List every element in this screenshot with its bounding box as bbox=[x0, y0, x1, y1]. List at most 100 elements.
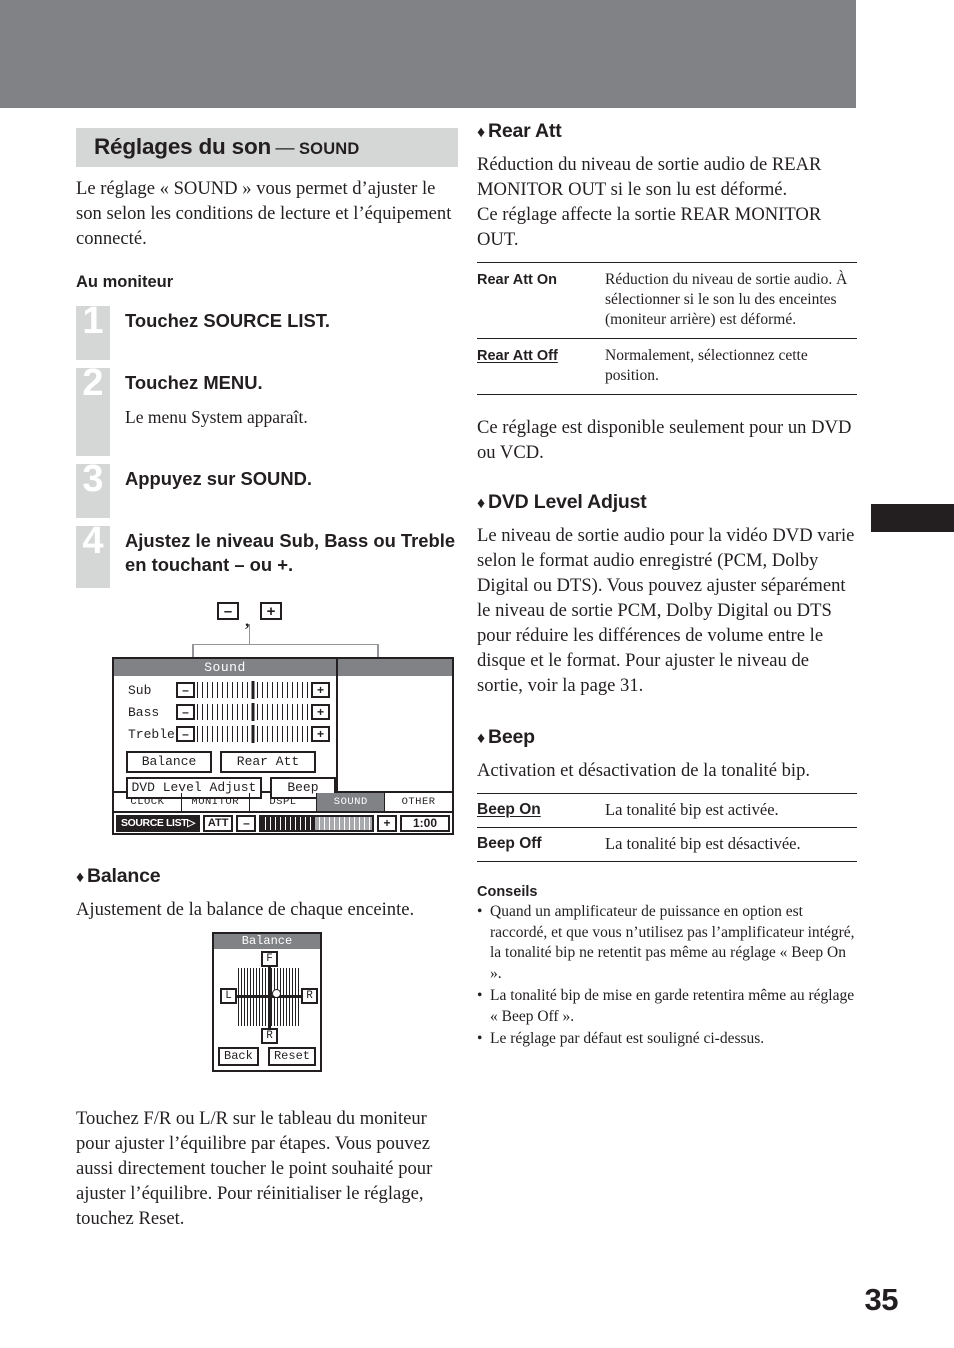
bass-minus-button[interactable]: – bbox=[176, 704, 195, 720]
list-item: Le réglage par défaut est souligné ci-de… bbox=[477, 1029, 857, 1050]
tab-clock[interactable]: CLOCK bbox=[114, 793, 182, 811]
balance-position-dot[interactable] bbox=[272, 989, 281, 998]
step-1-number-block: 1 bbox=[76, 302, 110, 360]
callout-plus-icon: + bbox=[260, 602, 282, 620]
step-2-note: Le menu System apparaît. bbox=[125, 407, 308, 427]
treble-plus-button[interactable]: + bbox=[311, 726, 330, 742]
table-row: Beep Off La tonalité bip est désactivée. bbox=[477, 827, 857, 862]
balance-screen-buttons: Back Reset bbox=[214, 1045, 320, 1070]
right-edge-chapter-tab bbox=[871, 504, 954, 532]
subheading-au-moniteur: Au moniteur bbox=[76, 273, 174, 291]
bass-plus-button[interactable]: + bbox=[311, 704, 330, 720]
beep-on-desc: La tonalité bip est activée. bbox=[605, 793, 857, 828]
heading-dvd-level-adjust: ♦ DVD Level Adjust bbox=[477, 491, 857, 514]
volume-bar[interactable] bbox=[259, 814, 374, 832]
rear-att-button[interactable]: Rear Att bbox=[220, 751, 316, 773]
sub-plus-button[interactable]: + bbox=[311, 682, 330, 698]
rear-att-note: Ce réglage est disponible seulement pour… bbox=[477, 417, 852, 463]
step-4-title: Ajustez le niveau Sub, Bass ou Treble en… bbox=[125, 530, 456, 575]
balance-rear-button[interactable]: R bbox=[261, 1028, 278, 1044]
att-button[interactable]: ATT bbox=[202, 814, 234, 832]
bass-knob[interactable] bbox=[251, 703, 255, 721]
beep-desc: Activation et désactivation de la tonali… bbox=[477, 760, 811, 781]
sub-scale[interactable] bbox=[197, 681, 309, 699]
step-3-title: Appuyez sur SOUND. bbox=[125, 468, 312, 489]
heading-beep: ♦ Beep bbox=[477, 726, 857, 749]
treble-knob[interactable] bbox=[251, 725, 255, 743]
balance-button[interactable]: Balance bbox=[126, 751, 212, 773]
list-item: La tonalité bip de mise en garde retenti… bbox=[477, 986, 857, 1027]
step-3-number: 3 bbox=[82, 458, 104, 500]
beep-off-term: Beep Off bbox=[477, 827, 605, 862]
beep-on-term: Beep On bbox=[477, 793, 605, 828]
sound-screen-figure: – , + Sound Sub – + Bass – + Treble – + … bbox=[112, 598, 454, 835]
tips-heading: Conseils bbox=[477, 884, 538, 900]
section-title-bar: Réglages du son — SOUND bbox=[76, 128, 458, 167]
step-2-title: Touchez MENU. bbox=[125, 372, 263, 393]
source-list-button[interactable]: SOURCE LIST▷ bbox=[116, 814, 200, 832]
table-row: Rear Att Off Normalement, sélectionnez c… bbox=[477, 338, 857, 395]
numbered-steps: 1 Touchez SOURCE LIST. 2 Touchez MENU. L… bbox=[76, 302, 458, 588]
sub-knob[interactable] bbox=[251, 681, 255, 699]
balance-instructions: Touchez F/R ou L/R sur le tableau du mon… bbox=[76, 1108, 433, 1229]
sound-sliders: Sub – + Bass – + Treble – + bbox=[114, 676, 336, 744]
rear-att-off-desc: Normalement, sélectionnez cette position… bbox=[605, 338, 857, 395]
callout-bracket bbox=[192, 644, 379, 657]
step-1-title: Touchez SOURCE LIST. bbox=[125, 310, 331, 331]
slider-row-sub: Sub – + bbox=[114, 680, 336, 700]
beep-on-term-underline: Beep On bbox=[477, 801, 541, 818]
sound-screen-main-pane: Sound Sub – + Bass – + Treble – + Balanc… bbox=[114, 659, 338, 799]
volume-minus-button[interactable]: – bbox=[236, 814, 257, 832]
tab-other[interactable]: OTHER bbox=[385, 793, 452, 811]
balance-horizontal-axis bbox=[232, 995, 306, 998]
treble-minus-button[interactable]: – bbox=[176, 726, 195, 742]
slider-label-sub: Sub bbox=[128, 682, 152, 698]
slider-row-treble: Treble – + bbox=[114, 724, 336, 744]
rear-att-desc-1: Réduction du niveau de sortie audio de R… bbox=[477, 154, 822, 200]
rear-att-off-term: Rear Att Off bbox=[477, 338, 605, 395]
slider-label-bass: Bass bbox=[128, 704, 160, 720]
page-number: 35 bbox=[864, 1282, 899, 1317]
volume-plus-button[interactable]: + bbox=[377, 814, 397, 832]
callout-leader-line bbox=[249, 624, 250, 644]
balance-left-button[interactable]: L bbox=[220, 988, 237, 1004]
tab-dspl[interactable]: DSPL bbox=[250, 793, 318, 811]
step-2-number-block: 2 bbox=[76, 364, 110, 456]
tab-sound[interactable]: SOUND bbox=[317, 793, 386, 811]
volume-bar-filled bbox=[261, 816, 315, 830]
heading-rear-att: ♦ Rear Att bbox=[477, 120, 857, 143]
diamond-icon-beep: ♦ bbox=[477, 730, 485, 747]
right-column: ♦ Rear Att Réduction du niveau de sortie … bbox=[477, 120, 857, 1052]
heading-beep-text: Beep bbox=[487, 726, 535, 748]
tab-monitor[interactable]: MONITOR bbox=[182, 793, 250, 811]
sound-screen-upper: Sound Sub – + Bass – + Treble – + Balanc… bbox=[114, 659, 452, 799]
top-gray-band bbox=[0, 0, 856, 108]
balance-screen: Balance F R L R Back Reset bbox=[212, 932, 322, 1072]
treble-scale[interactable] bbox=[197, 725, 309, 743]
slider-row-bass: Bass – + bbox=[114, 702, 336, 722]
section-title-main: Réglages du son bbox=[94, 134, 272, 159]
beep-off-desc: La tonalité bip est désactivée. bbox=[605, 827, 857, 862]
table-row: Beep On La tonalité bip est activée. bbox=[477, 793, 857, 828]
heading-dvd-level-text: DVD Level Adjust bbox=[487, 491, 647, 513]
sound-buttons-row-1: Balance Rear Att bbox=[126, 751, 336, 773]
rear-att-desc-2: Ce réglage affecte la sortie REAR MONITO… bbox=[477, 204, 822, 250]
balance-screen-figure: Balance F R L R Back Reset bbox=[212, 932, 322, 1072]
sound-screen-title: Sound bbox=[114, 659, 336, 676]
intro-paragraph: Le réglage « SOUND » vous permet d’ajust… bbox=[76, 178, 452, 249]
sub-minus-button[interactable]: – bbox=[176, 682, 195, 698]
heading-rear-att-text: Rear Att bbox=[487, 120, 562, 142]
sound-screen-side-title-bar bbox=[338, 659, 452, 676]
step-3-number-block: 3 bbox=[76, 458, 110, 518]
rear-att-on-term: Rear Att On bbox=[477, 262, 605, 339]
step-4: 4 Ajustez le niveau Sub, Bass ou Treble … bbox=[76, 522, 458, 588]
balance-right-button[interactable]: R bbox=[301, 988, 318, 1004]
rear-att-table: Rear Att On Réduction du niveau de sorti… bbox=[477, 262, 857, 395]
bass-scale[interactable] bbox=[197, 703, 309, 721]
balance-front-button[interactable]: F bbox=[261, 951, 278, 967]
callout-minus-icon: – bbox=[217, 602, 239, 620]
balance-pad-area[interactable]: F R L R bbox=[214, 949, 320, 1045]
balance-reset-button[interactable]: Reset bbox=[267, 1047, 316, 1066]
balance-back-button[interactable]: Back bbox=[218, 1047, 259, 1066]
tips-list: Quand un amplificateur de puissance en o… bbox=[477, 902, 857, 1050]
